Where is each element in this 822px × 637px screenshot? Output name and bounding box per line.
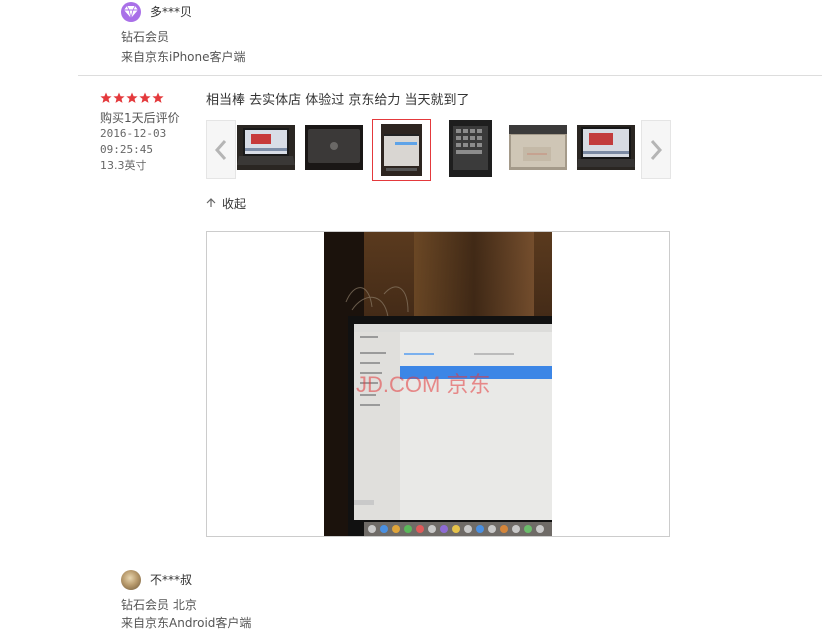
photo-thumbnail[interactable] — [449, 120, 492, 177]
star-icon — [139, 92, 151, 103]
next-photo-button[interactable] — [641, 120, 671, 179]
jd-watermark: JD.COM 京东 — [356, 372, 490, 397]
star-icon — [152, 92, 164, 103]
client-source: 来自京东Android客户端 — [121, 616, 252, 630]
reviewer-bottom-head: 不***叔 — [121, 570, 251, 590]
photo-thumbnail[interactable] — [305, 125, 363, 170]
collapse-label: 收起 — [222, 197, 247, 211]
chevron-right-icon — [650, 139, 663, 160]
review-comment: 相当棒 去实体店 体验过 京东给力 当天就到了 — [206, 93, 470, 108]
diamond-icon — [121, 2, 141, 22]
star-icon — [126, 92, 138, 103]
review-time: 09:25:45 — [100, 143, 153, 156]
reviewer-username: 多***贝 — [150, 5, 193, 19]
client-source: 来自京东iPhone客户端 — [121, 50, 246, 64]
member-level: 钻石会员 — [121, 30, 170, 44]
review-divider — [78, 75, 822, 76]
member-level: 钻石会员 北京 — [121, 598, 197, 612]
prev-photo-button[interactable] — [206, 120, 236, 179]
review-date: 2016-12-03 — [100, 127, 167, 140]
reviewer-username: 不***叔 — [150, 573, 193, 587]
arrow-up-icon — [206, 196, 216, 213]
star-icon — [113, 92, 125, 103]
star-rating — [100, 92, 200, 104]
photo-thumbnail[interactable] — [509, 125, 567, 170]
collapse-photo-link[interactable]: 收起 — [206, 196, 246, 213]
avatar — [121, 570, 141, 590]
reviewer-top: 多***贝 钻石会员 来自京东iPhone客户端 — [121, 2, 246, 66]
review-meta: 购买1天后评价 2016-12-03 09:25:45 13.3英寸 — [100, 92, 200, 174]
review-after-days: 购买1天后评价 — [100, 111, 180, 125]
chevron-left-icon — [214, 139, 227, 160]
reviewer-bottom: 不***叔 钻石会员 北京 来自京东Android客户端 — [121, 570, 251, 632]
photo-thumbnail[interactable] — [237, 125, 295, 170]
photo-thumbnail[interactable] — [577, 125, 635, 170]
reviewer-top-head: 多***贝 — [121, 2, 246, 22]
star-icon — [100, 92, 112, 103]
photo-preview-image[interactable]: JD.COM 京东 — [324, 232, 552, 536]
photo-preview: JD.COM 京东 — [206, 231, 670, 537]
photo-thumbnail-selected[interactable] — [372, 119, 431, 181]
photo-thumbnails — [206, 119, 672, 181]
product-spec: 13.3英寸 — [100, 159, 147, 172]
